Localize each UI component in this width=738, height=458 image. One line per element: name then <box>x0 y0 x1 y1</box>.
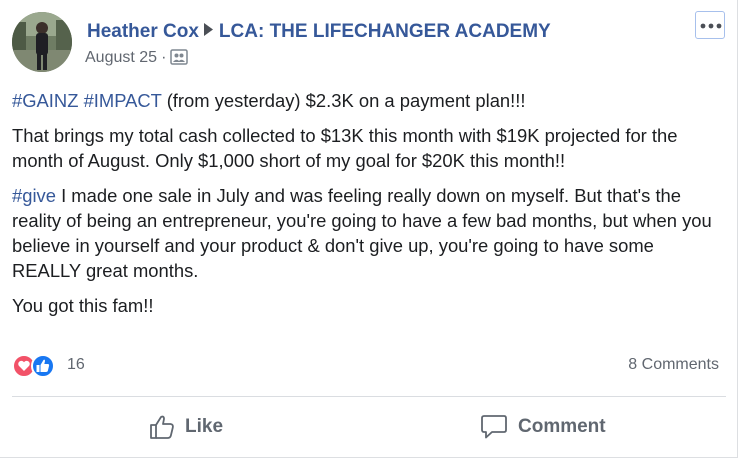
comments-count-link[interactable]: 8 Comments <box>628 356 719 374</box>
post-author-line: Heather Cox LCA: THE LIFECHANGER ACADEMY <box>87 20 551 43</box>
post-paragraph: #give I made one sale in July and was fe… <box>12 183 727 283</box>
hashtag-link[interactable]: #IMPACT <box>84 90 162 111</box>
group-audience-icon[interactable] <box>170 49 189 70</box>
more-options-button[interactable] <box>695 11 725 39</box>
post-actions: Like Comment <box>12 398 726 456</box>
reactions-bar: 16 8 Comments <box>12 354 722 378</box>
paragraph-text: I made one sale in July and was feeling … <box>12 185 712 281</box>
more-options-icon <box>700 23 722 29</box>
group-name-link[interactable]: LCA: THE LIFECHANGER ACADEMY <box>219 21 551 42</box>
paragraph-text: You got this fam!! <box>12 295 154 316</box>
post-meta: August 25 · <box>85 49 189 70</box>
thumbs-up-icon <box>150 415 174 439</box>
actions-divider <box>12 396 726 397</box>
comment-button[interactable]: Comment <box>480 398 606 456</box>
post-header: Heather Cox LCA: THE LIFECHANGER ACADEMY … <box>12 11 725 74</box>
paragraph-text: That brings my total cash collected to $… <box>12 125 678 171</box>
hashtag-link[interactable]: #give <box>12 185 56 206</box>
post-paragraph: That brings my total cash collected to $… <box>12 123 727 173</box>
like-label: Like <box>185 416 224 437</box>
right-triangle-icon <box>203 20 213 42</box>
post-body: #GAINZ #IMPACT (from yesterday) $2.3K on… <box>12 88 727 328</box>
like-button[interactable]: Like <box>149 398 223 456</box>
post-timestamp[interactable]: August 25 <box>85 49 157 66</box>
hashtag-link[interactable]: #GAINZ <box>12 90 78 111</box>
like-reaction-icon <box>31 354 55 378</box>
post-paragraph: You got this fam!! <box>12 293 727 318</box>
comment-icon <box>481 415 507 439</box>
feed-post: Heather Cox LCA: THE LIFECHANGER ACADEMY … <box>0 0 738 458</box>
reaction-icons[interactable] <box>12 354 62 378</box>
paragraph-text: (from yesterday) $2.3K on a payment plan… <box>161 90 526 111</box>
reaction-count[interactable]: 16 <box>67 356 85 374</box>
comment-label: Comment <box>518 416 606 437</box>
author-avatar[interactable] <box>12 12 72 72</box>
meta-separator: · <box>161 49 167 66</box>
post-paragraph: #GAINZ #IMPACT (from yesterday) $2.3K on… <box>12 88 727 113</box>
author-name-link[interactable]: Heather Cox <box>87 21 199 42</box>
